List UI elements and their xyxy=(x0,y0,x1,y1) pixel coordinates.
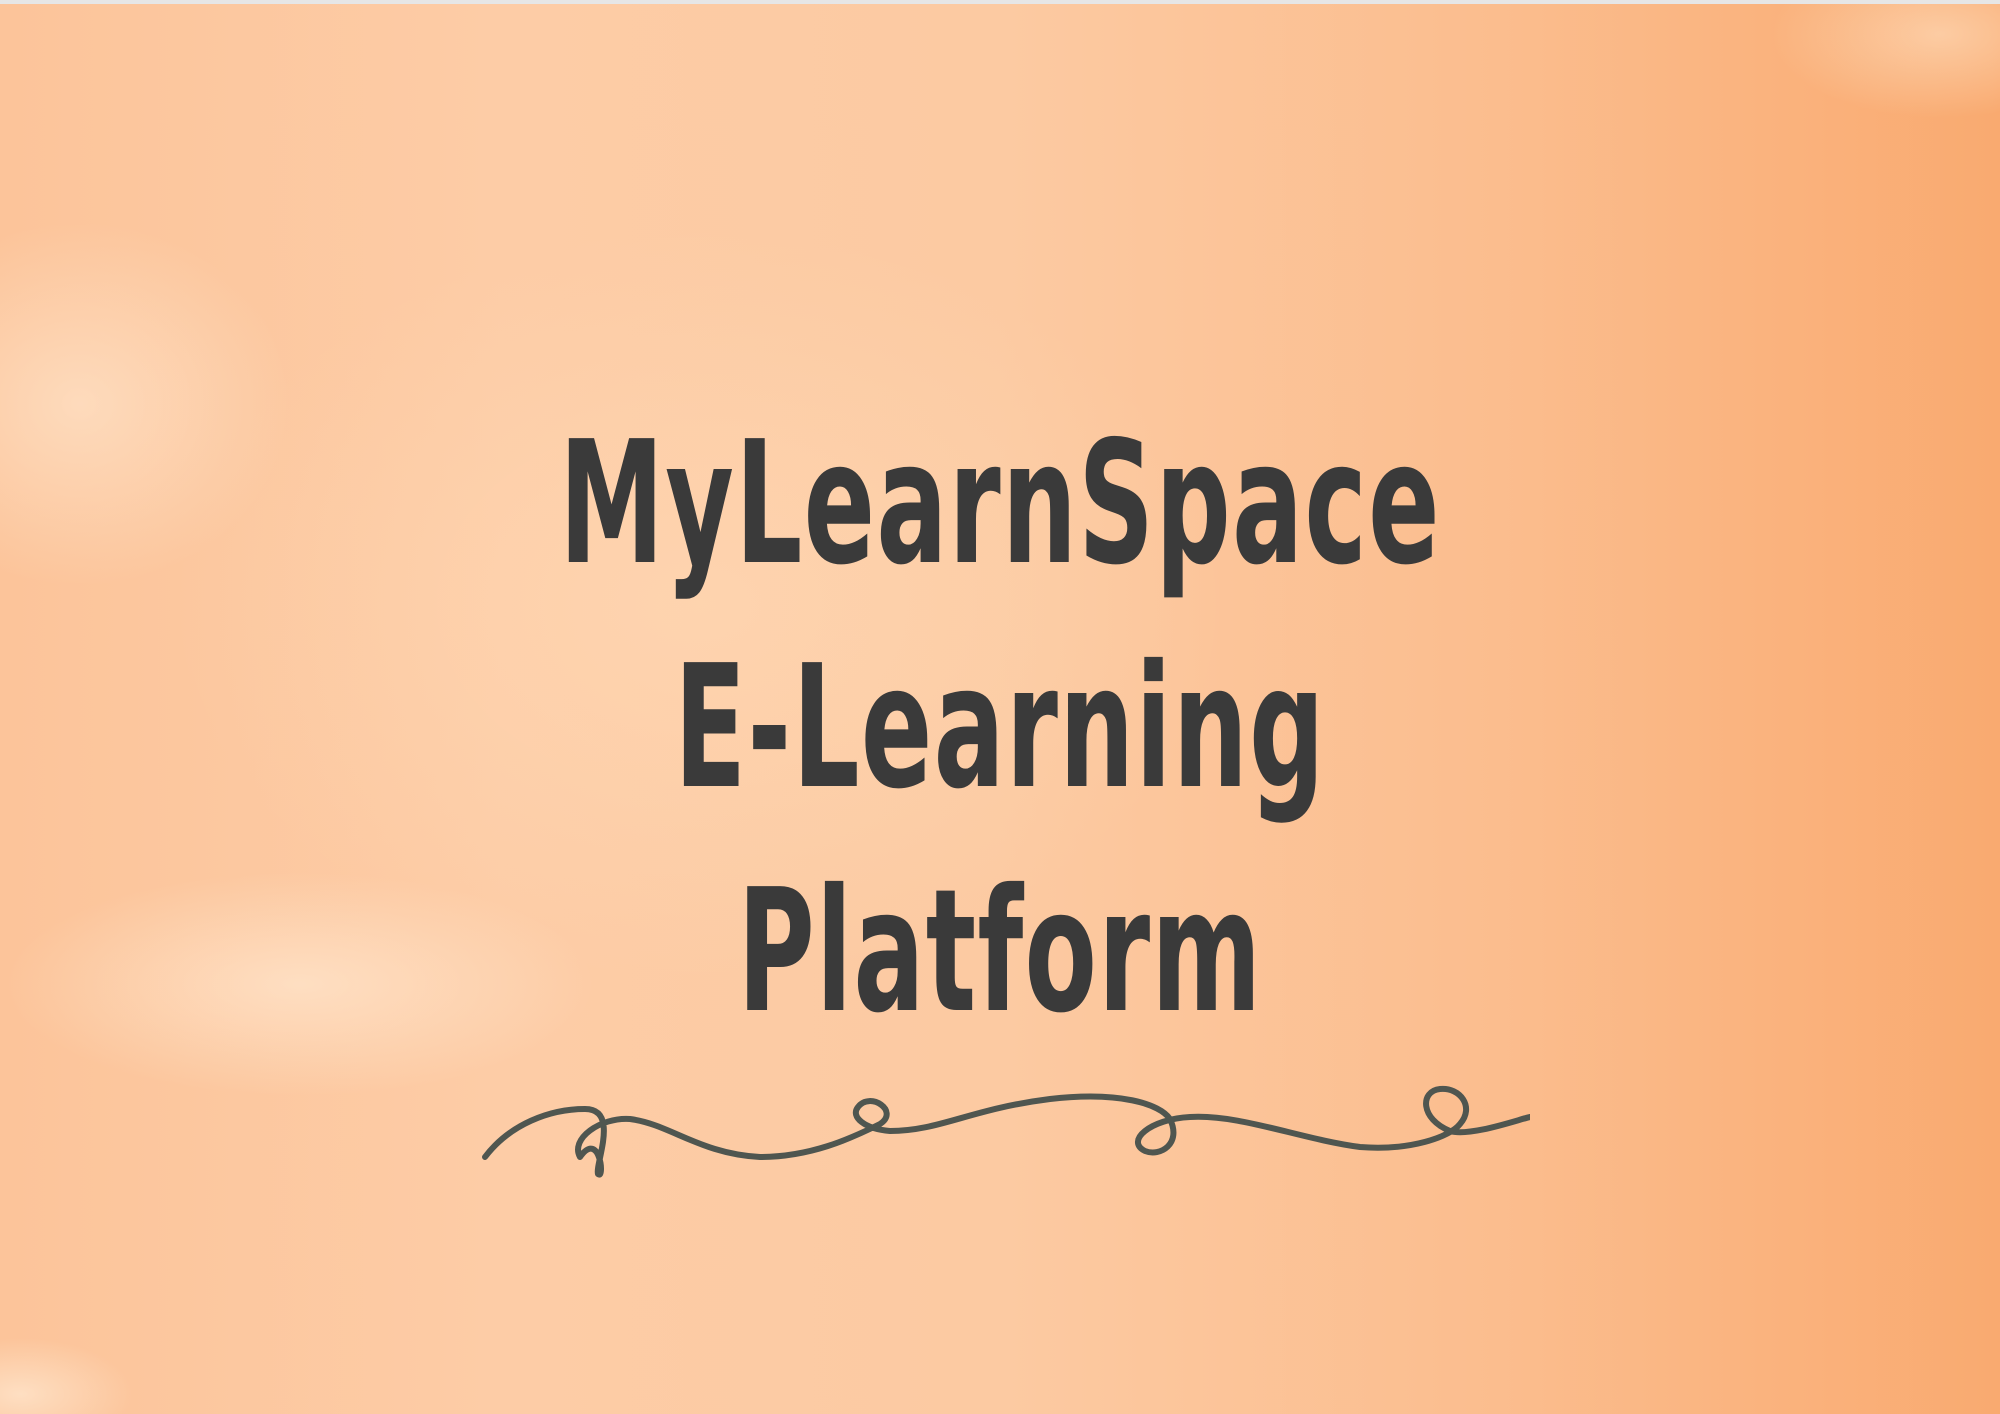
title-line-subject: E-Learning xyxy=(674,629,1326,827)
title-line-type: Platform xyxy=(737,853,1263,1051)
swirl-divider-line xyxy=(482,1085,1530,1178)
swirl-divider xyxy=(482,1085,1530,1178)
title-line-brand: MyLearnSpace xyxy=(559,405,1441,603)
cover-slide: MyLearnSpace E-Learning Platform xyxy=(0,4,2000,1414)
cover-title: MyLearnSpace E-Learning Platform xyxy=(0,392,2000,1064)
